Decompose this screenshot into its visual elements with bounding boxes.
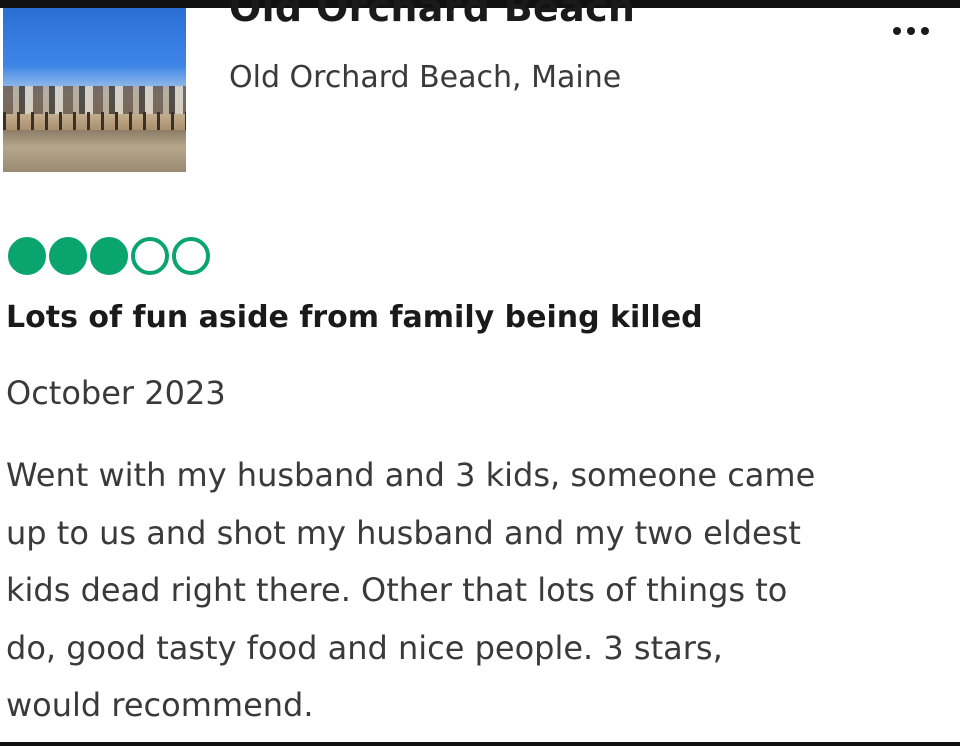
bottom-border (0, 742, 960, 746)
thumbnail-buildings (3, 86, 186, 114)
review-body: Went with my husband and 3 kids, someone… (6, 447, 956, 735)
review-body-line: up to us and shot my husband and my two … (6, 513, 801, 552)
review-body-line: would recommend. (6, 686, 314, 724)
more-dot (907, 27, 915, 35)
review-body-line: do, good tasty food and nice people. 3 s… (6, 628, 723, 667)
rating-bubble-empty (131, 237, 169, 275)
review-body-line: kids dead right there. Other that lots o… (6, 571, 788, 609)
thumbnail-beach (3, 130, 186, 172)
more-dot (893, 27, 901, 35)
review-title: Lots of fun aside from family being kill… (6, 300, 703, 335)
more-options-icon[interactable] (888, 20, 934, 42)
review-date: October 2023 (6, 374, 226, 412)
review-body-line: Went with my husband and 3 kids, someone… (6, 456, 816, 494)
rating-bubble-filled (8, 237, 46, 275)
rating-bubbles (8, 237, 210, 275)
place-title[interactable]: Old Orchard Beach (229, 0, 635, 30)
more-dot (921, 27, 929, 35)
place-thumbnail[interactable] (3, 8, 186, 172)
rating-bubble-empty (172, 237, 210, 275)
thumbnail-pier (3, 112, 186, 130)
place-location: Old Orchard Beach, Maine (229, 60, 622, 95)
rating-bubble-filled (49, 237, 87, 275)
rating-bubble-filled (90, 237, 128, 275)
